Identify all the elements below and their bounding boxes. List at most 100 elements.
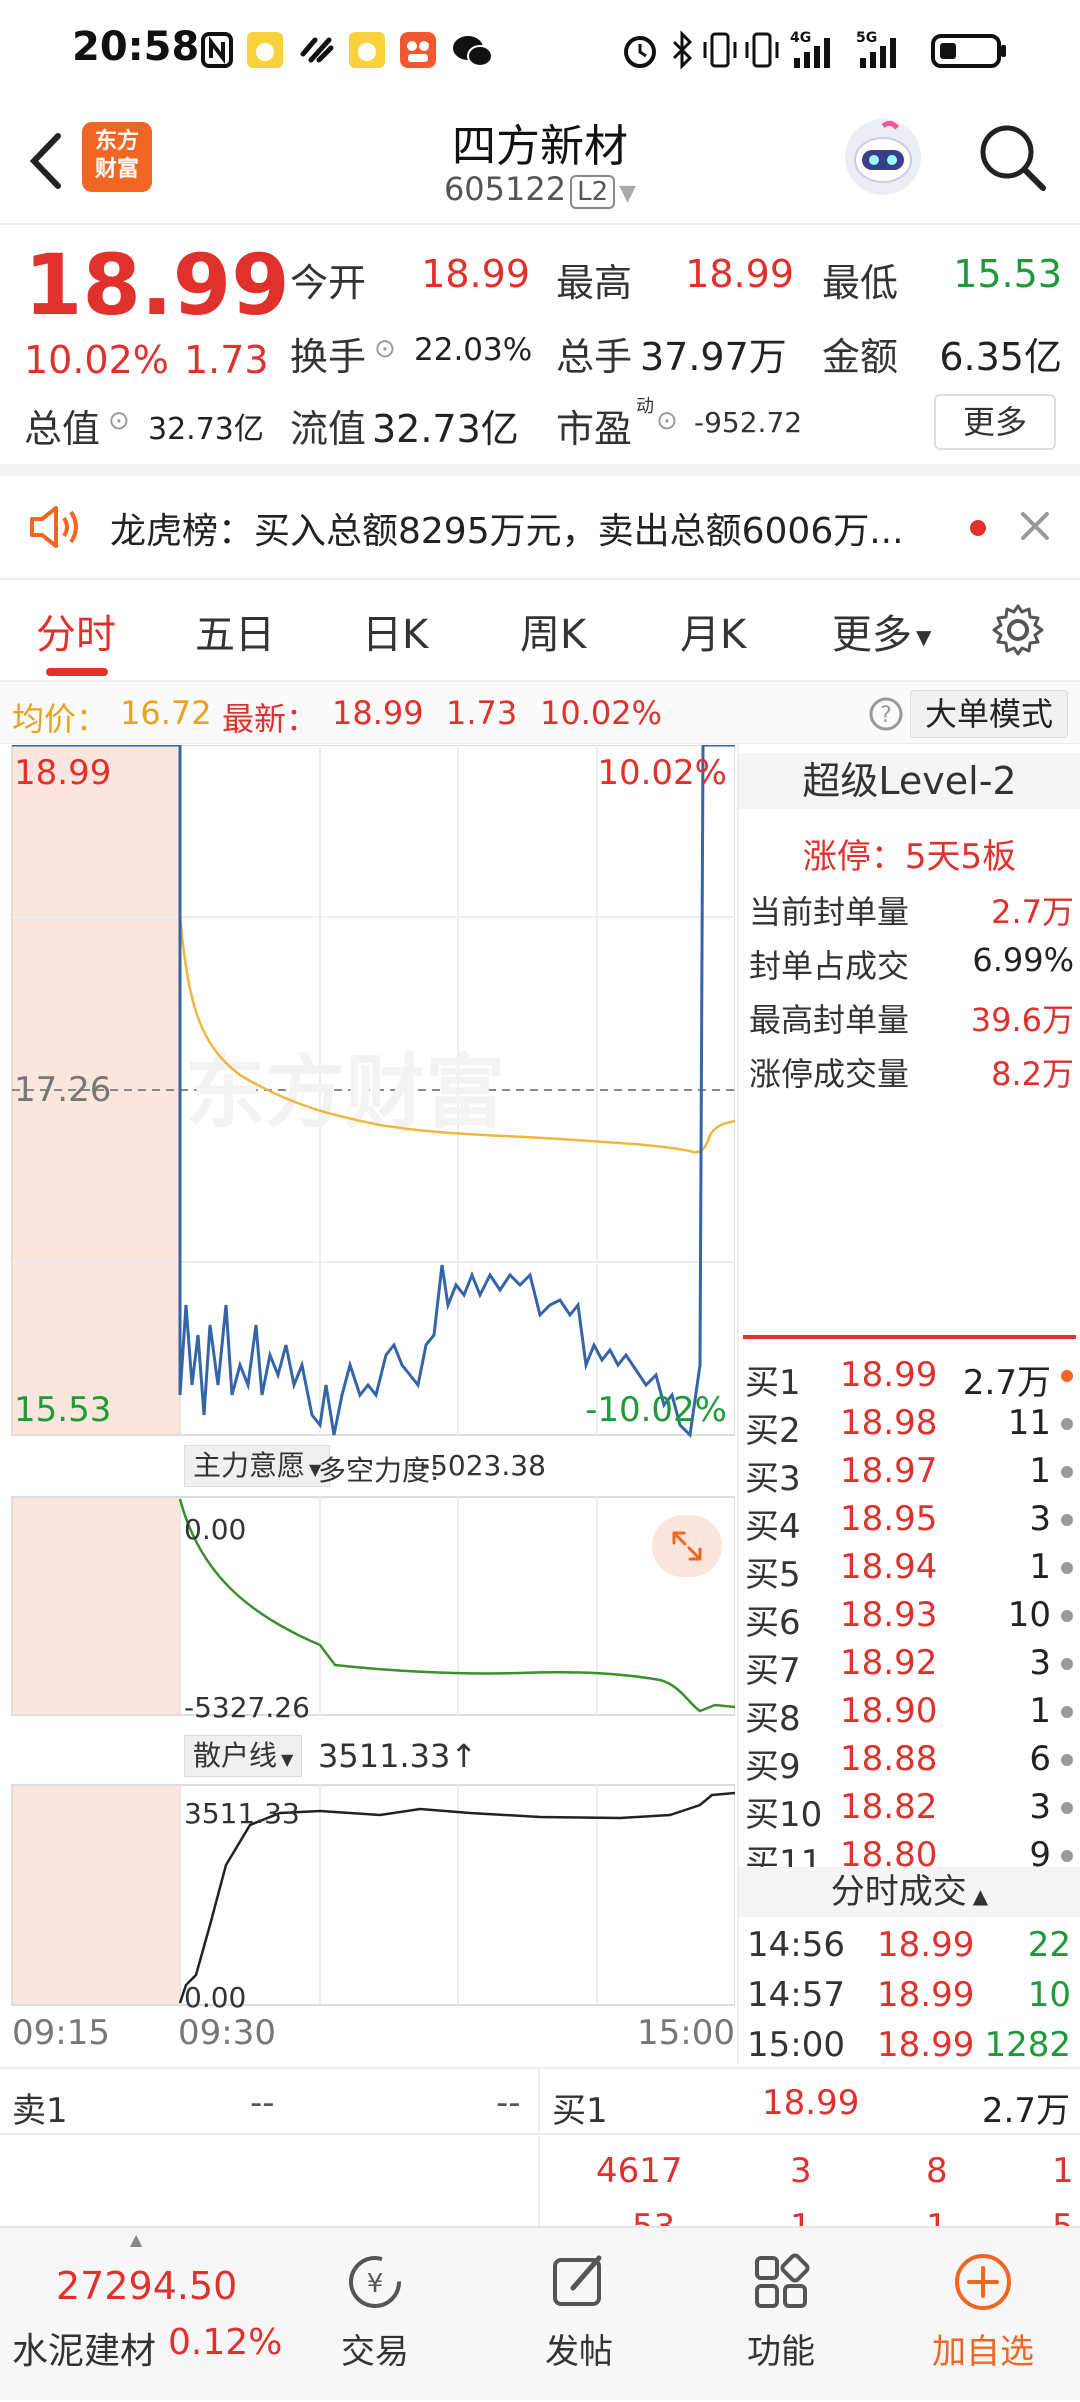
bid-dot [1061, 1850, 1073, 1862]
bid-price: 18.92 [840, 1643, 938, 1683]
change-amount: 1.73 [184, 338, 269, 382]
bid-label: 买6 [745, 1603, 801, 1643]
alarm-icon [620, 28, 660, 72]
bid-price: 18.90 [840, 1691, 938, 1731]
close-icon[interactable] [1015, 506, 1055, 546]
queue-cell: 1 [1052, 2151, 1074, 2191]
tick-time: 14:56 [747, 1925, 845, 1965]
bid-list-continued[interactable]: 买6 18.93 10 买7 18.92 3 买8 18.90 1 买9 18.88 6 买10… [739, 1595, 1080, 1867]
sell1-volume: -- [496, 2083, 521, 2123]
index-value: 27294.50 [56, 2264, 238, 2308]
bid-dot [1061, 1370, 1073, 1382]
sub2-selector[interactable]: 散户线 ▼ [184, 1735, 303, 1777]
order-book[interactable]: 卖1 -- -- 买1 18.99 2.7万 4617 3 8 1 53 1 1… [0, 2067, 1080, 2247]
tick-volume: 22 [1027, 1925, 1071, 1965]
amount-label: 金额 [822, 335, 899, 379]
sub2-selector-label: 散户线 [193, 1739, 278, 1772]
bid-label: 买7 [745, 1651, 801, 1691]
bid-row: 买9 18.88 6 [745, 1739, 1075, 1787]
battery-icon [930, 28, 1010, 72]
search-icon[interactable] [975, 120, 1049, 194]
post-button[interactable]: 发帖 [494, 2250, 664, 2373]
bid-price: 18.97 [840, 1451, 938, 1491]
tab-weekly-k[interactable]: 周K [520, 602, 586, 660]
signal-4g-label: 4G [790, 30, 811, 46]
svg-text:¥: ¥ [367, 2269, 384, 2299]
bid-row: 买8 18.90 1 [745, 1691, 1075, 1739]
caret-down-icon: ▼ [916, 625, 932, 649]
level2-row: 当前封单量 2.7万 [749, 887, 1074, 933]
float-value: 32.73亿 [372, 407, 519, 451]
bottom-price-label: 15.53 [14, 1390, 112, 1430]
tab-intraday[interactable]: 分时 [36, 602, 116, 660]
tick-price: 18.99 [877, 1925, 975, 1965]
ticks-header[interactable]: 分时成交 ▲ [739, 1867, 1080, 1917]
high-label: 最高 [556, 261, 633, 305]
caret-down-icon: ▼ [619, 181, 637, 206]
bid-label: 买10 [745, 1795, 823, 1835]
level2-title[interactable]: 超级Level-2 [739, 753, 1080, 809]
tab-monthly-k[interactable]: 月K [680, 602, 746, 660]
sub2-metric-value: 3511.33↑ [318, 1737, 478, 1775]
vibrate-icon [700, 28, 740, 72]
bid-row: 买1 18.99 2.7万 [745, 1355, 1075, 1403]
caret-down-icon: ▼ [281, 1750, 294, 1769]
robot-assistant-icon[interactable] [842, 116, 924, 198]
tick-time: 15:00 [747, 2025, 845, 2065]
add-watchlist-button[interactable]: 加自选 [898, 2250, 1068, 2373]
change-percent: 10.02% [24, 338, 169, 382]
info-icon[interactable]: ⊙ [374, 334, 396, 364]
bid-volume: 11 [1007, 1403, 1051, 1443]
help-icon[interactable]: ? [868, 696, 904, 732]
more-button[interactable]: 更多 [934, 394, 1056, 450]
time-open-label: 09:30 [178, 2013, 276, 2053]
tab-daily-k[interactable]: 日K [362, 602, 428, 660]
trade-button[interactable]: ¥ 交易 [290, 2250, 460, 2373]
tab-more[interactable]: 更多 ▼ [832, 602, 931, 660]
low-label: 最低 [822, 261, 899, 305]
dragon-tiger-notice[interactable]: 龙虎榜：买入总额8295万元，卖出总额6006万... [0, 476, 1080, 580]
bid-list[interactable]: 买1 18.99 2.7万 买2 18.98 11 买3 18.97 1 买4 18.95 3 … [739, 1345, 1080, 1595]
function-button[interactable]: 功能 [696, 2250, 866, 2373]
buy1-label: 买1 [552, 2091, 608, 2131]
expand-icon[interactable] [652, 1515, 722, 1577]
buy1-price: 18.99 [762, 2083, 860, 2123]
bid-volume: 6 [1029, 1739, 1051, 1779]
level2-row-value: 6.99% [972, 941, 1074, 979]
nfc-icon [200, 28, 234, 72]
tab-more-label: 更多 [832, 612, 912, 658]
sub1-metric-value: -5023.38 [420, 1449, 546, 1482]
bid-volume: 9 [1029, 1835, 1051, 1867]
ticks-title: 分时成交 [830, 1872, 967, 1912]
bid-dot [1061, 1658, 1073, 1670]
bid-row: 买3 18.97 1 [745, 1451, 1075, 1499]
tab-five-day[interactable]: 五日 [195, 602, 275, 660]
bid-volume: 1 [1029, 1691, 1051, 1731]
turnover-value: 22.03% [414, 332, 533, 368]
sub1-selector-label: 主力意愿 [193, 1449, 306, 1482]
l2-badge: L2 [570, 175, 616, 209]
latest-value: 18.99 [332, 694, 424, 732]
index-widget[interactable]: ▲ 27294.50 水泥建材 0.12% [0, 2228, 300, 2402]
sub1-selector[interactable]: 主力意愿 ▼ [184, 1445, 331, 1487]
level2-row-value: 39.6万 [970, 1001, 1074, 1039]
sub1-bottom-label: -5327.26 [184, 1691, 310, 1724]
sub2-bottom-label: 0.00 [184, 1981, 247, 2014]
info-icon[interactable]: ⊙ [108, 406, 130, 436]
open-label: 今开 [290, 261, 367, 305]
caret-up-icon: ▲ [972, 1884, 989, 1908]
signal-5g-label: 5G [856, 30, 877, 46]
info-icon[interactable]: ⊙ [656, 406, 678, 436]
bottom-pct-label: -10.02% [585, 1390, 727, 1430]
open-value: 18.99 [421, 252, 530, 296]
bid-row: 买11 18.80 9 [745, 1835, 1075, 1867]
settings-gear-icon[interactable] [990, 602, 1046, 658]
intraday-chart-area[interactable]: 东方财富 18.99 17.26 15.53 10.02% -10.02% 主力… [0, 745, 735, 2065]
bid-price: 18.80 [840, 1835, 938, 1867]
big-order-mode-button[interactable]: 大单模式 [909, 690, 1068, 738]
bid-label: 买3 [745, 1459, 801, 1499]
bid-volume: 1 [1029, 1547, 1051, 1587]
watermark: 东方财富 [185, 1046, 505, 1139]
time-end-label: 15:00 [637, 2013, 735, 2053]
mid-price-label: 17.26 [14, 1070, 112, 1110]
